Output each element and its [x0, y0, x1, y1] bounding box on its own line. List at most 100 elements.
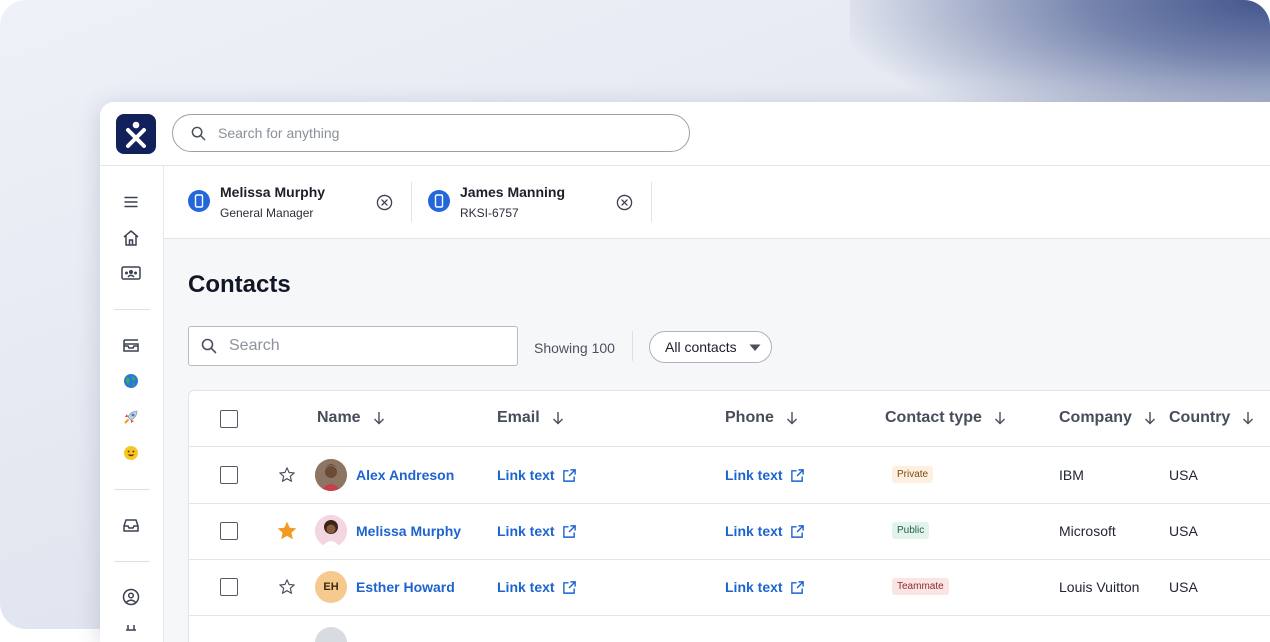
- column-label: Name: [317, 409, 361, 426]
- tab-title: James Manning: [460, 184, 566, 200]
- sort-arrow-icon[interactable]: [373, 411, 385, 425]
- link-label: Link text: [497, 579, 555, 595]
- tab-james-manning[interactable]: James Manning RKSI-6757: [404, 166, 650, 238]
- star-filled-icon[interactable]: [276, 520, 298, 542]
- link-label: Link text: [497, 467, 555, 483]
- sort-arrow-icon[interactable]: [786, 411, 798, 425]
- link-label: Link text: [725, 467, 783, 483]
- table-row[interactable]: Melissa Murphy Link text Link text Publi…: [189, 503, 1270, 560]
- email-link[interactable]: Link text: [497, 523, 577, 539]
- column-label: Company: [1059, 409, 1132, 426]
- globe-emoji-icon[interactable]: [119, 369, 143, 393]
- country-cell: USA: [1169, 467, 1198, 483]
- close-tab-icon[interactable]: [375, 193, 393, 211]
- contacts-search-box[interactable]: [188, 326, 518, 366]
- column-header-company[interactable]: Company: [1059, 409, 1156, 427]
- contact-type-badge: Private: [892, 466, 934, 483]
- tab-melissa-murphy[interactable]: Melissa Murphy General Manager: [164, 166, 410, 238]
- smiley-emoji-icon[interactable]: [119, 441, 143, 465]
- select-all-checkbox[interactable]: [220, 410, 238, 428]
- external-link-icon: [562, 580, 577, 595]
- column-header-name[interactable]: Name: [317, 409, 385, 427]
- search-icon: [201, 338, 217, 354]
- tab-title: Melissa Murphy: [220, 184, 326, 200]
- user-circle-icon[interactable]: [119, 585, 143, 609]
- sidebar-divider: [114, 309, 150, 310]
- row-checkbox[interactable]: [220, 466, 238, 484]
- row-checkbox[interactable]: [220, 578, 238, 596]
- link-label: Link text: [725, 579, 783, 595]
- company-cell: Microsoft: [1059, 523, 1116, 539]
- app-window: Melissa Murphy General Manager James Man…: [100, 102, 1270, 642]
- column-label: Phone: [725, 409, 774, 426]
- logo-mark-icon: [126, 121, 146, 148]
- contacts-search-input[interactable]: [227, 336, 501, 356]
- external-link-icon: [562, 524, 577, 539]
- contact-name-link[interactable]: Melissa Murphy: [356, 523, 461, 539]
- column-header-phone[interactable]: Phone: [725, 409, 798, 427]
- mobile-phone-icon: [188, 190, 210, 212]
- email-link[interactable]: Link text: [497, 467, 577, 483]
- phone-link[interactable]: Link text: [725, 579, 805, 595]
- column-label: Email: [497, 409, 540, 426]
- column-header-email[interactable]: Email: [497, 409, 564, 427]
- avatar-initials: EH: [315, 571, 347, 603]
- app-logo[interactable]: [116, 114, 156, 154]
- email-link[interactable]: Link text: [497, 579, 577, 595]
- table-row[interactable]: Alex Andreson Link text Link text Privat…: [189, 447, 1270, 504]
- tab-subtitle: General Manager: [220, 206, 314, 220]
- phone-link[interactable]: Link text: [725, 467, 805, 483]
- mobile-phone-icon: [428, 190, 450, 212]
- country-cell: USA: [1169, 579, 1198, 595]
- table-row[interactable]: EH Esther Howard Link text Link text Tea…: [189, 559, 1270, 616]
- contact-name-link[interactable]: Esther Howard: [356, 579, 455, 595]
- company-cell: IBM: [1059, 467, 1084, 483]
- inbox-stack-icon[interactable]: [119, 333, 143, 357]
- global-search-box[interactable]: [172, 114, 690, 152]
- avatar: [315, 459, 347, 491]
- contact-name-link[interactable]: Alex Andreson: [356, 467, 454, 483]
- contacts-table: Name Email Phone Contact type Company Co…: [188, 390, 1270, 642]
- sidebar-divider: [114, 561, 150, 562]
- tab-divider: [651, 182, 652, 222]
- row-checkbox[interactable]: [220, 522, 238, 540]
- external-link-icon: [562, 468, 577, 483]
- home-icon[interactable]: [119, 226, 143, 250]
- menu-icon[interactable]: [119, 190, 143, 214]
- sort-arrow-icon[interactable]: [1242, 411, 1254, 425]
- column-label: Contact type: [885, 409, 982, 426]
- phone-link[interactable]: Link text: [725, 523, 805, 539]
- search-icon: [191, 126, 206, 140]
- sort-arrow-icon[interactable]: [1144, 411, 1156, 425]
- company-cell: Louis Vuitton: [1059, 579, 1140, 595]
- page-title: Contacts: [188, 271, 291, 298]
- toolbar-divider: [632, 331, 633, 361]
- external-link-icon: [790, 580, 805, 595]
- star-outline-icon[interactable]: [278, 466, 296, 484]
- contact-type-badge: Public: [892, 522, 930, 539]
- plug-icon[interactable]: [119, 618, 143, 642]
- sort-arrow-icon[interactable]: [552, 411, 564, 425]
- external-link-icon: [790, 468, 805, 483]
- result-count: Showing 100: [534, 340, 615, 356]
- sidebar-divider: [114, 489, 150, 490]
- sidebar: [100, 166, 164, 642]
- top-bar: [100, 102, 1270, 166]
- tab-subtitle: RKSI-6757: [460, 206, 519, 220]
- column-header-contact-type[interactable]: Contact type: [885, 409, 1006, 427]
- column-header-country[interactable]: Country: [1169, 409, 1254, 427]
- open-tabs-bar: Melissa Murphy General Manager James Man…: [164, 166, 1270, 239]
- contact-filter-dropdown[interactable]: All contacts: [649, 331, 772, 363]
- sort-arrow-icon[interactable]: [994, 411, 1006, 425]
- star-outline-icon[interactable]: [278, 578, 296, 596]
- contacts-card-icon[interactable]: [119, 261, 143, 285]
- filter-selected-value: All contacts: [665, 339, 737, 355]
- link-label: Link text: [497, 523, 555, 539]
- external-link-icon: [790, 524, 805, 539]
- tray-icon[interactable]: [119, 513, 143, 537]
- column-label: Country: [1169, 409, 1231, 426]
- rocket-emoji-icon[interactable]: [119, 405, 143, 429]
- close-tab-icon[interactable]: [615, 193, 633, 211]
- global-search-input[interactable]: [216, 124, 660, 142]
- country-cell: USA: [1169, 523, 1198, 539]
